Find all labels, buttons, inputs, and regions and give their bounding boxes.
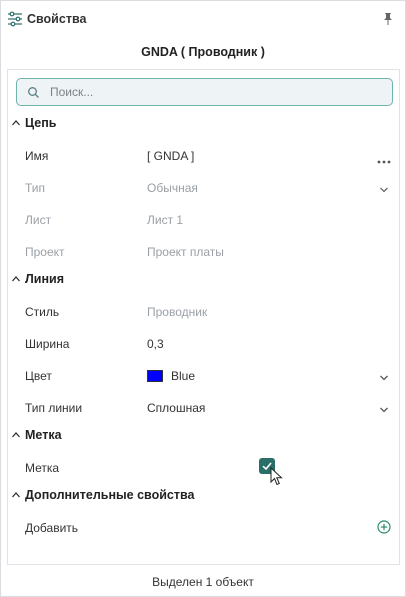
- search-box[interactable]: [16, 78, 393, 106]
- prop-type-value: Обычная: [147, 181, 198, 195]
- section-mark-label: Метка: [25, 428, 62, 442]
- search-input[interactable]: [50, 83, 380, 101]
- prop-row-type: Тип Обычная: [8, 172, 399, 202]
- section-net[interactable]: Цепь: [8, 112, 399, 134]
- prop-style-value: Проводник: [147, 305, 208, 319]
- chevron-down-icon[interactable]: [379, 371, 389, 381]
- panel-title: Свойства: [27, 12, 87, 26]
- prop-line-type-label: Тип линии: [25, 401, 83, 415]
- selected-object-title: GNDA ( Проводник ): [141, 45, 265, 59]
- chevron-down-icon[interactable]: [379, 403, 389, 413]
- prop-row-project: Проект Проект платы: [8, 236, 399, 266]
- prop-row-add: Добавить: [8, 512, 399, 542]
- prop-line-type-value[interactable]: Сплошная: [147, 401, 205, 415]
- chevron-up-icon[interactable]: [11, 117, 21, 127]
- prop-color-label: Цвет: [25, 369, 52, 383]
- prop-row-name: Имя [ GNDA ]: [8, 140, 399, 170]
- panel-header: Свойства: [1, 1, 405, 37]
- prop-row-sheet: Лист Лист 1: [8, 204, 399, 234]
- chevron-up-icon[interactable]: [11, 429, 21, 439]
- prop-sheet-label: Лист: [25, 213, 52, 227]
- prop-row-width: Ширина 0,3: [8, 328, 399, 358]
- prop-add-label: Добавить: [25, 521, 79, 535]
- properties-grid: Цепь Имя [ GNDA ] Тип Обычная Лист Лист …: [7, 69, 400, 565]
- prop-project-value: Проект платы: [147, 245, 224, 259]
- prop-width-value[interactable]: 0,3: [147, 337, 164, 351]
- section-net-label: Цепь: [25, 116, 57, 130]
- chevron-up-icon[interactable]: [11, 273, 21, 283]
- prop-row-mark: Метка: [8, 452, 399, 486]
- prop-color-value[interactable]: Blue: [147, 369, 195, 383]
- status-bar: Выделен 1 объект: [152, 575, 254, 589]
- prop-sheet-value: Лист 1: [147, 213, 184, 227]
- search-icon: [27, 86, 40, 99]
- chevron-down-icon: [379, 183, 389, 193]
- prop-type-label: Тип: [25, 181, 46, 195]
- section-extra-label: Дополнительные свойства: [25, 488, 195, 502]
- chevron-up-icon[interactable]: [11, 489, 21, 499]
- section-line-label: Линия: [25, 272, 64, 286]
- properties-panel: Свойства GNDA ( Проводник ) Поиск... Цеп…: [0, 0, 406, 597]
- color-swatch: [147, 370, 163, 382]
- prop-row-color: Цвет Blue: [8, 360, 399, 390]
- prop-name-value[interactable]: [ GNDA ]: [147, 149, 194, 163]
- more-options-icon[interactable]: [377, 153, 391, 164]
- prop-mark-label: Метка: [25, 461, 60, 475]
- prop-name-label: Имя: [25, 149, 49, 163]
- prop-width-label: Ширина: [25, 337, 70, 351]
- section-line[interactable]: Линия: [8, 268, 399, 290]
- section-extra[interactable]: Дополнительные свойства: [8, 484, 399, 506]
- settings-sliders-icon: [7, 11, 23, 27]
- add-circle-icon[interactable]: [377, 520, 391, 534]
- section-mark[interactable]: Метка: [8, 424, 399, 446]
- prop-project-label: Проект: [25, 245, 65, 259]
- prop-row-line-type: Тип линии Сплошная: [8, 392, 399, 422]
- color-name: Blue: [171, 369, 196, 383]
- pin-icon[interactable]: [381, 12, 395, 26]
- prop-row-style: Стиль Проводник: [8, 296, 399, 326]
- prop-style-label: Стиль: [25, 305, 60, 319]
